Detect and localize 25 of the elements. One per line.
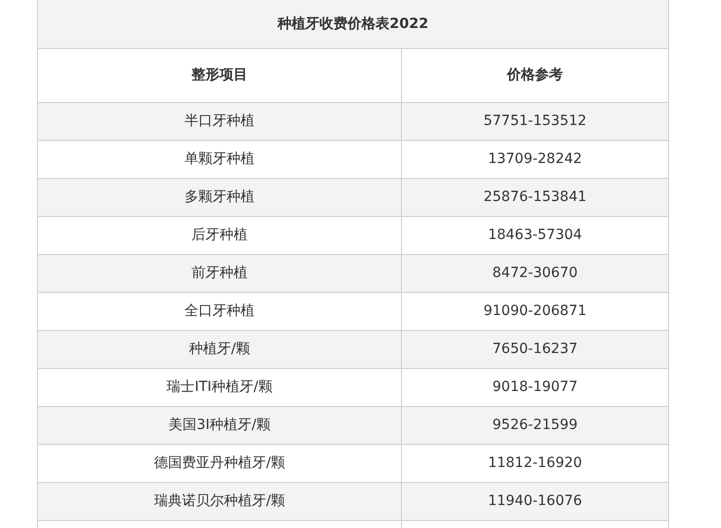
table-cell-text: 18463-57304 — [486, 226, 584, 245]
column-header: 整形项目 — [38, 49, 402, 102]
table-cell: 美国3I种植牙/颗 — [38, 407, 402, 444]
table-cell-text: 11812-16920 — [486, 454, 584, 473]
table-cell-text: 9018-19077 — [491, 378, 579, 397]
table-cell: 种植牙/颗 — [38, 331, 402, 368]
column-header: 价格参考 — [506, 66, 564, 85]
table-cell: 全口牙种植 — [38, 293, 402, 330]
table-cell: 德国费亚丹种植牙/颗 — [38, 445, 402, 482]
table-cell: 多颗牙种植 — [38, 179, 402, 216]
table-cell-text: 57751-153512 — [482, 112, 588, 131]
table-cell-text: 8472-30670 — [491, 264, 579, 283]
table-cell-text: 7650-16237 — [491, 340, 579, 359]
table-cell: 半口牙种植 — [38, 103, 402, 140]
table-cell-text: 11940-16076 — [486, 492, 584, 511]
table-cell: 单颗牙种植 — [38, 141, 402, 178]
table-cell: 后牙种植 — [38, 217, 402, 254]
table-cell-text: 13709-28242 — [486, 150, 584, 169]
table-cell: 瑞典诺贝尔种植牙/颗 — [38, 483, 402, 520]
table-cell-text: 91090-206871 — [482, 302, 588, 321]
table-cell-text: 25876-153841 — [482, 188, 588, 207]
table-cell: 瑞士ITI种植牙/颗 — [38, 369, 402, 406]
table-title: 种植牙收费价格表2022 — [278, 14, 428, 34]
table-cell-text: 9526-21599 — [491, 416, 579, 435]
table-cell: 前牙种植 — [38, 255, 402, 292]
